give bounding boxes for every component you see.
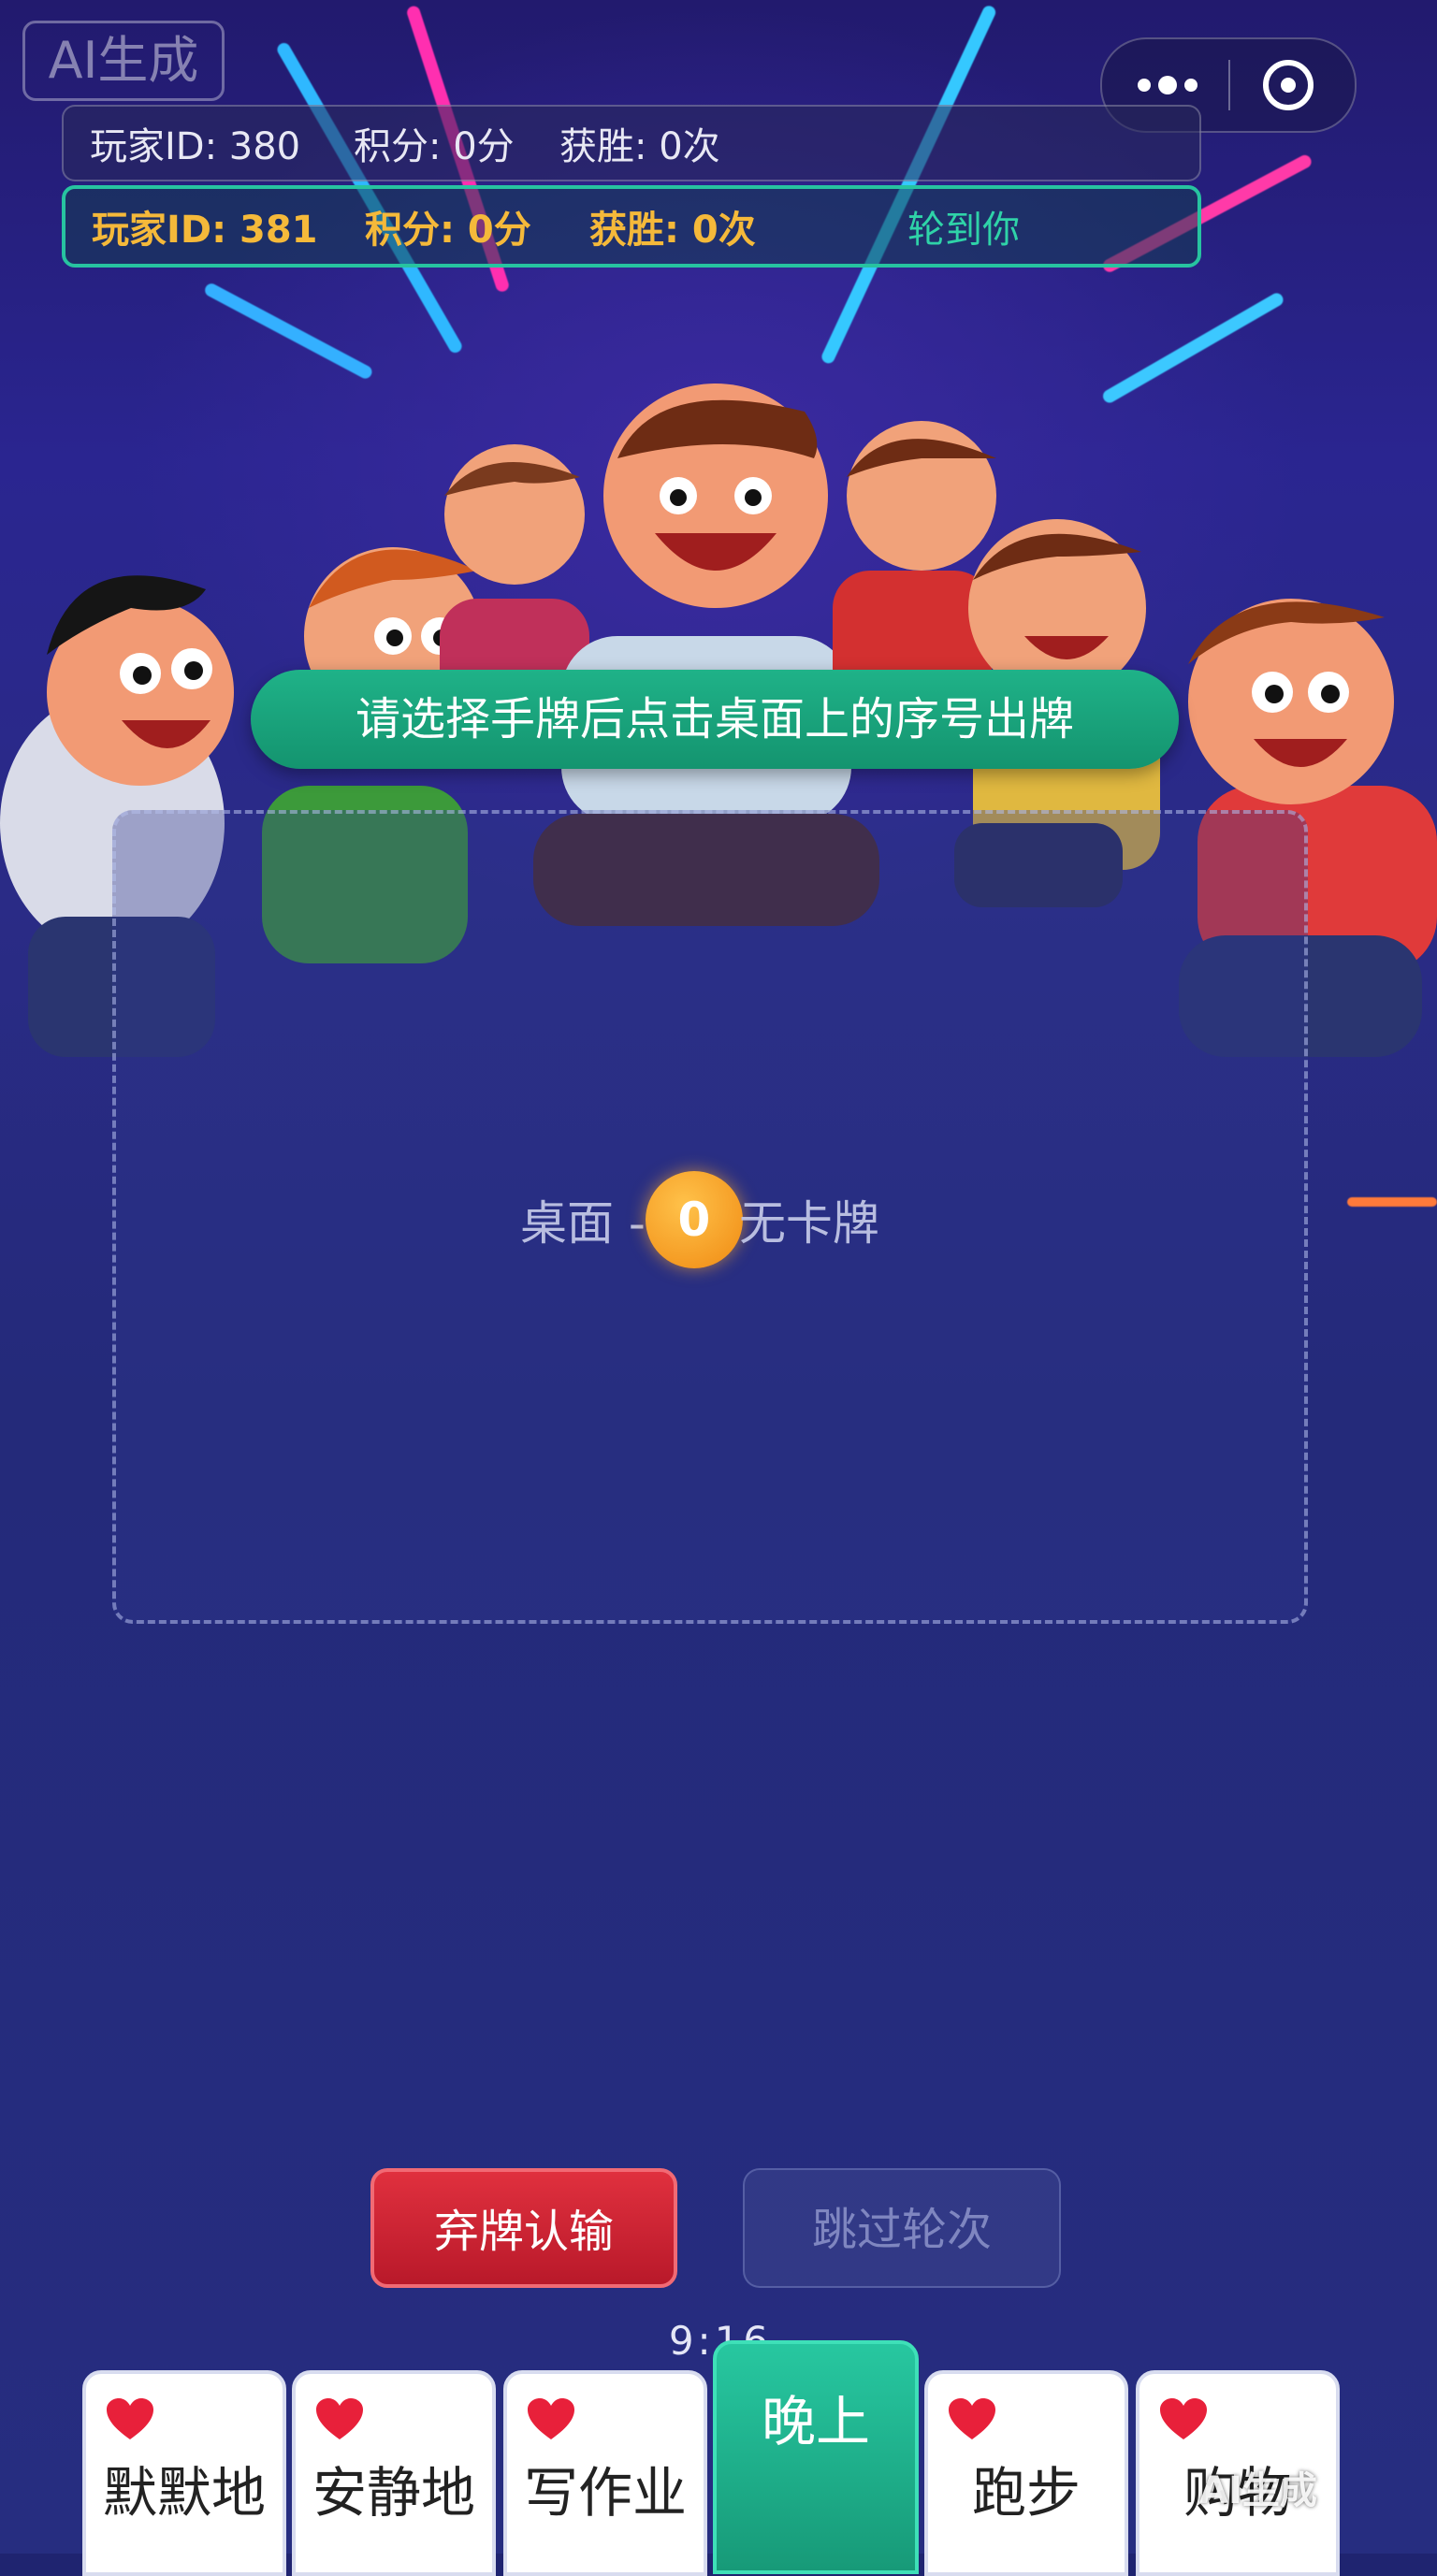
opponent-id: 玩家ID: 380 xyxy=(90,125,301,168)
hand-card-selected[interactable]: 晚上 xyxy=(713,2340,919,2574)
instruction-banner: 请选择手牌后点击桌面上的序号出牌 xyxy=(251,670,1179,769)
capsule-divider xyxy=(1228,60,1230,110)
hand-card[interactable]: 默默地 xyxy=(82,2370,286,2576)
heart-icon xyxy=(316,2398,363,2439)
ai-generated-watermark: AI生成 xyxy=(22,21,225,101)
opponent-wins: 获胜: 0次 xyxy=(559,125,720,168)
hand-card-label: 默默地 xyxy=(102,2461,266,2525)
turn-indicator: 轮到你 xyxy=(907,209,1020,252)
cartoon-kid xyxy=(833,421,996,711)
table-slot-number[interactable]: 0 xyxy=(645,1171,743,1268)
hand-card[interactable]: 跑步 xyxy=(924,2370,1128,2576)
heart-icon xyxy=(1160,2398,1207,2439)
hand-card-label: 跑步 xyxy=(971,2461,1081,2525)
table-slot-label: 桌面 - 0 无卡牌 xyxy=(520,1171,879,1268)
ai-generated-watermark-bottom: AI生成 xyxy=(1199,2469,1317,2512)
opponent-score: 积分: 0分 xyxy=(354,125,515,168)
my-score: 积分: 0分 xyxy=(365,209,531,252)
hand-card-label: 晚上 xyxy=(761,2390,870,2453)
neon-streak xyxy=(1347,1197,1437,1207)
heart-icon xyxy=(107,2398,153,2439)
my-wins: 获胜: 0次 xyxy=(589,209,756,252)
fold-button[interactable]: 弃牌认输 xyxy=(370,2168,677,2288)
heart-icon xyxy=(528,2398,574,2439)
opponent-player-bar: 玩家ID: 380 积分: 0分 获胜: 0次 xyxy=(62,105,1201,181)
current-player-bar: 玩家ID: 381 积分: 0分 获胜: 0次 轮到你 xyxy=(62,185,1201,268)
hand-card-label: 写作业 xyxy=(523,2461,687,2525)
skip-turn-button[interactable]: 跳过轮次 xyxy=(743,2168,1061,2288)
close-target-icon[interactable] xyxy=(1263,60,1314,110)
hand-card[interactable]: 安静地 xyxy=(292,2370,496,2576)
more-icon[interactable] xyxy=(1130,67,1205,103)
table-empty-text: 无卡牌 xyxy=(738,1196,879,1251)
table-prefix: 桌面 - xyxy=(520,1196,646,1251)
hand-card-label: 安静地 xyxy=(312,2461,475,2525)
my-id: 玩家ID: 381 xyxy=(92,209,318,252)
hand-card[interactable]: 写作业 xyxy=(503,2370,707,2576)
heart-icon xyxy=(949,2398,995,2439)
